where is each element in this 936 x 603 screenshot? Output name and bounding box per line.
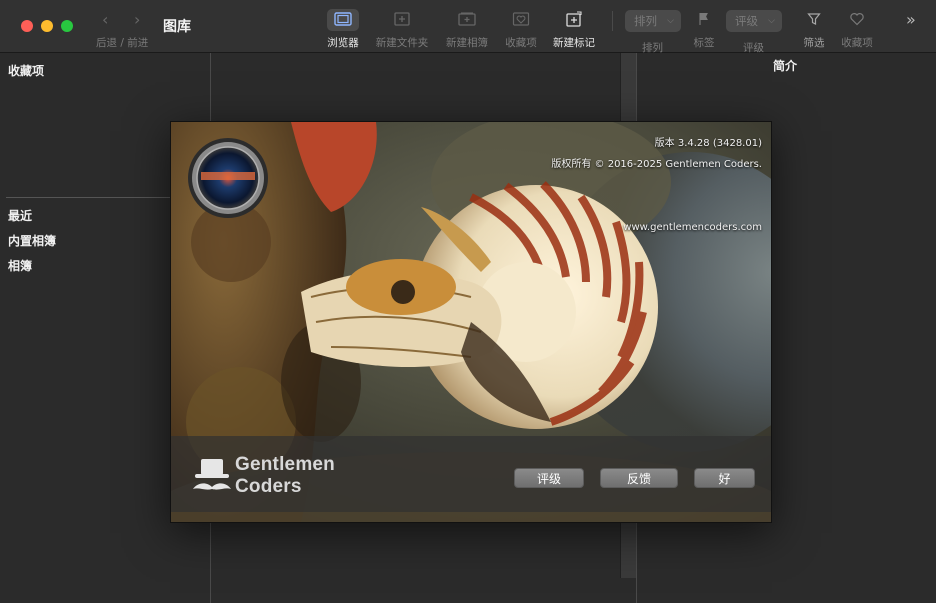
sort-popup[interactable]: 排列 ⌵ bbox=[625, 10, 681, 32]
sidebar-item-builtin-albums[interactable]: 内置相簿 bbox=[8, 232, 56, 249]
zoom-window-button[interactable] bbox=[61, 20, 73, 32]
chevron-down-icon: ⌵ bbox=[768, 16, 775, 26]
new-tag-label: 新建标记 bbox=[553, 37, 595, 49]
new-folder-icon bbox=[370, 8, 434, 30]
back-arrow-icon[interactable]: ‹ bbox=[102, 10, 108, 29]
feedback-button[interactable]: 反馈 bbox=[600, 468, 678, 488]
hat-mustache-logo bbox=[191, 457, 235, 501]
sidebar-item-albums[interactable]: 相簿 bbox=[8, 257, 32, 274]
favorites-filter-label: 收藏项 bbox=[841, 37, 873, 49]
toolbar: ‹ › 后退 / 前进 图库 浏览器 新建文件夹 新建相簿 收藏项 新建标记 排… bbox=[0, 0, 936, 54]
browser-icon bbox=[323, 8, 363, 30]
new-folder-button[interactable]: 新建文件夹 bbox=[370, 8, 434, 50]
favorites-button[interactable]: 收藏项 bbox=[502, 8, 540, 50]
toolbar-separator bbox=[612, 11, 613, 31]
forward-arrow-icon[interactable]: › bbox=[134, 10, 140, 29]
sort-popup-value: 排列 bbox=[634, 14, 657, 28]
favorite-heart-icon bbox=[838, 8, 876, 30]
info-panel-title: 简介 bbox=[773, 59, 798, 73]
favorite-heart-icon bbox=[502, 8, 540, 30]
favorites-filter-button[interactable]: 收藏项 bbox=[838, 8, 876, 50]
new-album-label: 新建相簿 bbox=[446, 37, 488, 49]
minimize-window-button[interactable] bbox=[41, 20, 53, 32]
tags-label: 标签 bbox=[693, 37, 715, 49]
website-link[interactable]: www.gentlemencoders.com bbox=[623, 222, 762, 233]
flag-icon bbox=[690, 8, 718, 30]
new-folder-label: 新建文件夹 bbox=[375, 37, 429, 49]
rating-popup[interactable]: 评级 ⌵ bbox=[726, 10, 782, 32]
rate-button[interactable]: 评级 bbox=[514, 468, 584, 488]
toolbar-overflow-icon[interactable]: » bbox=[906, 10, 916, 29]
company-name-line2: Coders bbox=[235, 476, 302, 497]
chevron-down-icon: ⌵ bbox=[667, 16, 674, 26]
ok-button[interactable]: 好 bbox=[694, 468, 755, 488]
new-tag-button[interactable]: 新建标记 bbox=[549, 8, 599, 50]
browser-label: 浏览器 bbox=[327, 37, 359, 49]
close-window-button[interactable] bbox=[21, 20, 33, 32]
new-album-button[interactable]: 新建相簿 bbox=[443, 8, 491, 50]
about-dialog: 版本 3.4.28 (3428.01) 版权所有 © 2016-2025 Gen… bbox=[170, 121, 772, 523]
new-album-icon bbox=[443, 8, 491, 30]
filter-label: 筛选 bbox=[803, 37, 825, 49]
browser-button[interactable]: 浏览器 bbox=[323, 8, 363, 50]
sidebar-item-recent[interactable]: 最近 bbox=[8, 207, 32, 224]
rating-popup-value: 评级 bbox=[735, 14, 758, 28]
nav-label: 后退 / 前进 bbox=[96, 37, 149, 49]
window-title: 图库 bbox=[163, 19, 191, 35]
copyright-text: 版权所有 © 2016-2025 Gentlemen Coders. bbox=[551, 159, 762, 170]
sidebar-favorites-header: 收藏项 bbox=[8, 64, 45, 78]
tags-button[interactable]: 标签 bbox=[690, 8, 718, 50]
favorites-label: 收藏项 bbox=[505, 37, 537, 49]
new-tag-icon bbox=[549, 8, 599, 30]
filter-button[interactable]: 筛选 bbox=[800, 8, 828, 50]
version-text: 版本 3.4.28 (3428.01) bbox=[654, 138, 762, 149]
filter-funnel-icon bbox=[800, 8, 828, 30]
app-lens-icon bbox=[188, 138, 268, 218]
company-name-line1: Gentlemen bbox=[235, 454, 335, 475]
